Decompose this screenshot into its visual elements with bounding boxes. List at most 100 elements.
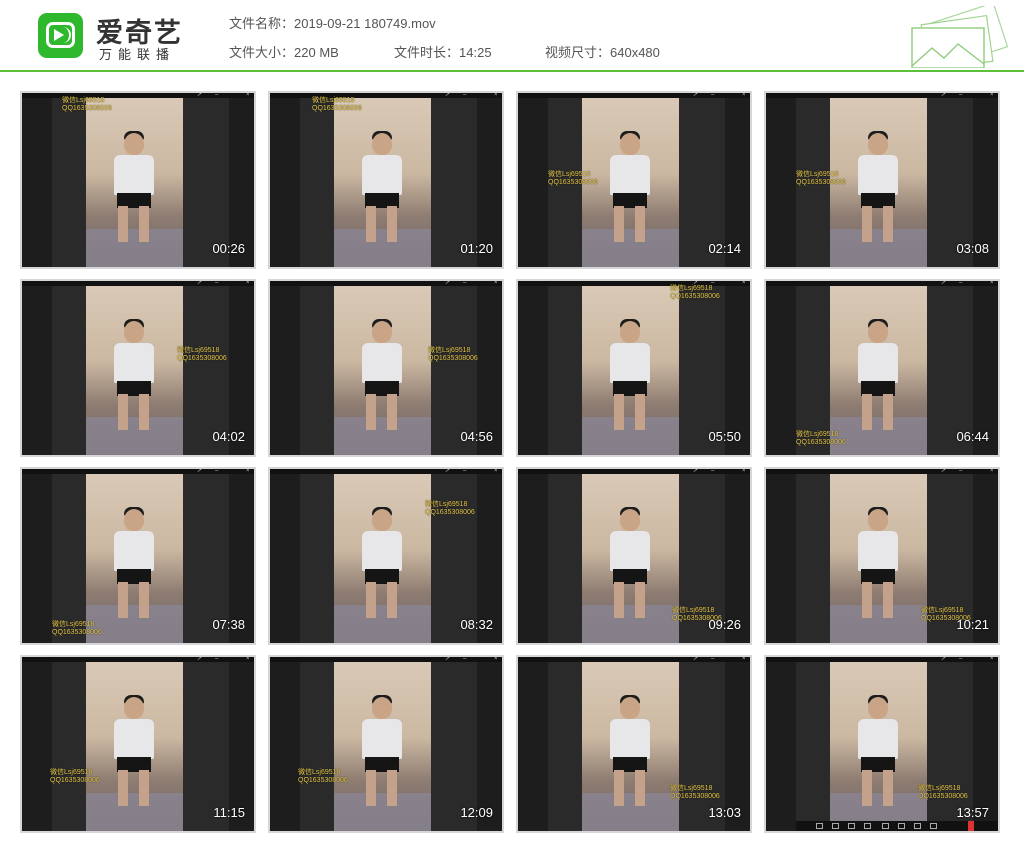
watermark-text: 微信Lsj69518 QQ1635308006	[52, 621, 102, 637]
file-duration-meta: 文件时长：14:25	[394, 42, 492, 61]
person-figure	[852, 319, 902, 431]
watermark-line-1: 微信Lsj69518	[796, 171, 839, 178]
file-size-value: 220 MB	[294, 45, 339, 60]
person-figure	[356, 319, 406, 431]
video-thumbnail-2[interactable]: ↗ – × 微信Lsj69518 QQ1635308006 01:20	[268, 91, 504, 269]
player-toolbar	[796, 821, 998, 831]
thumbnail-timestamp: 12:09	[460, 805, 493, 820]
video-thumbnail-3[interactable]: ↗ – × 微信Lsj69518 QQ1635308006 02:14	[516, 91, 752, 269]
watermark-text: 微信Lsj69518 QQ1635308006	[796, 431, 846, 447]
video-thumbnail-13[interactable]: ↗ – × 微信Lsj69518 QQ1635308006 11:15	[20, 655, 256, 833]
watermark-line-2: QQ1635308006	[177, 355, 227, 362]
video-thumbnail-10[interactable]: ↗ – × 微信Lsj69518 QQ1635308006 08:32	[268, 467, 504, 645]
video-thumbnail-8[interactable]: ↗ – × 微信Lsj69518 QQ1635308006 06:44	[764, 279, 1000, 457]
watermark-line-2: QQ1635308006	[548, 179, 598, 186]
thumbnail-timestamp: 09:26	[708, 617, 741, 632]
brand-subtitle: 万能联播	[99, 47, 176, 62]
video-thumbnail-9[interactable]: ↗ – × 微信Lsj69518 QQ1635308006 07:38	[20, 467, 256, 645]
watermark-line-1: 微信Lsj69518	[921, 607, 964, 614]
file-duration-value: 14:25	[459, 45, 492, 60]
watermark-line-2: QQ1635308006	[428, 355, 478, 362]
watermark-line-1: 微信Lsj69518	[670, 285, 713, 292]
thumbnail-timestamp: 00:26	[212, 241, 245, 256]
person-figure	[852, 695, 902, 807]
watermark-text: 微信Lsj69518 QQ1635308006	[62, 97, 112, 113]
watermark-text: 微信Lsj69518 QQ1635308006	[177, 347, 227, 363]
thumbnail-timestamp: 10:21	[956, 617, 989, 632]
watermark-line-2: QQ1635308006	[796, 179, 846, 186]
file-size-label: 文件大小：	[229, 45, 295, 60]
watermark-text: 微信Lsj69518 QQ1635308006	[796, 171, 846, 187]
person-figure	[356, 695, 406, 807]
watermark-line-1: 微信Lsj69518	[548, 171, 591, 178]
thumbnail-timestamp: 07:38	[212, 617, 245, 632]
video-thumbnail-7[interactable]: ↗ – × 微信Lsj69518 QQ1635308006 05:50	[516, 279, 752, 457]
person-figure	[108, 319, 158, 431]
watermark-line-2: QQ1635308006	[62, 105, 112, 112]
person-figure	[604, 319, 654, 431]
file-name-label: 文件名称：	[229, 16, 295, 31]
header-divider	[0, 70, 1024, 72]
header: 爱奇艺 万能联播 文件名称：2019-09-21 180749.mov 文件大小…	[0, 0, 1024, 70]
thumbnail-timestamp: 04:56	[460, 429, 493, 444]
watermark-text: 微信Lsj69518 QQ1635308006	[298, 769, 348, 785]
watermark-text: 微信Lsj69518 QQ1635308006	[548, 171, 598, 187]
watermark-text: 微信Lsj69518 QQ1635308006	[428, 347, 478, 363]
video-thumbnail-16[interactable]: ↗ – × 微信Lsj69518 QQ1635308006 13:57	[764, 655, 1000, 833]
watermark-line-2: QQ1635308006	[52, 629, 102, 636]
photo-stack-icon	[911, 6, 1009, 68]
watermark-text: 微信Lsj69518 QQ1635308006	[312, 97, 362, 113]
watermark-line-1: 微信Lsj69518	[918, 785, 961, 792]
person-figure	[604, 695, 654, 807]
thumbnail-timestamp: 06:44	[956, 429, 989, 444]
thumbnail-timestamp: 11:15	[213, 805, 245, 820]
person-figure	[108, 131, 158, 243]
file-size-meta: 文件大小：220 MB	[229, 42, 339, 61]
video-thumbnail-15[interactable]: ↗ – × 微信Lsj69518 QQ1635308006 13:03	[516, 655, 752, 833]
thumbnail-timestamp: 13:57	[956, 805, 989, 820]
watermark-line-1: 微信Lsj69518	[670, 785, 713, 792]
thumbnail-timestamp: 05:50	[708, 429, 741, 444]
watermark-text: 微信Lsj69518 QQ1635308006	[425, 501, 475, 517]
person-figure	[604, 507, 654, 619]
video-thumbnail-4[interactable]: ↗ – × 微信Lsj69518 QQ1635308006 03:08	[764, 91, 1000, 269]
thumbnail-timestamp: 01:20	[460, 241, 493, 256]
video-thumbnail-1[interactable]: ↗ – × 微信Lsj69518 QQ1635308006 00:26	[20, 91, 256, 269]
video-dims-meta: 视频尺寸：640x480	[545, 42, 660, 61]
watermark-line-1: 微信Lsj69518	[50, 769, 93, 776]
video-dims-value: 640x480	[610, 45, 660, 60]
watermark-text: 微信Lsj69518 QQ1635308006	[670, 285, 720, 301]
watermark-line-2: QQ1635308006	[50, 777, 100, 784]
watermark-line-2: QQ1635308006	[425, 509, 475, 516]
video-thumbnail-14[interactable]: ↗ – × 微信Lsj69518 QQ1635308006 12:09	[268, 655, 504, 833]
file-name-value: 2019-09-21 180749.mov	[294, 16, 436, 31]
watermark-line-2: QQ1635308006	[796, 439, 846, 446]
person-figure	[604, 131, 654, 243]
watermark-line-2: QQ1635308006	[918, 793, 968, 800]
watermark-text: 微信Lsj69518 QQ1635308006	[50, 769, 100, 785]
video-dims-label: 视频尺寸：	[545, 45, 611, 60]
watermark-line-1: 微信Lsj69518	[52, 621, 95, 628]
watermark-line-1: 微信Lsj69518	[428, 347, 471, 354]
person-figure	[108, 507, 158, 619]
watermark-line-1: 微信Lsj69518	[177, 347, 220, 354]
video-thumbnail-11[interactable]: ↗ – × 微信Lsj69518 QQ1635308006 09:26	[516, 467, 752, 645]
thumbnail-timestamp: 13:03	[708, 805, 741, 820]
person-figure	[356, 507, 406, 619]
file-name-meta: 文件名称：2019-09-21 180749.mov	[229, 13, 436, 32]
thumbnail-timestamp: 04:02	[212, 429, 245, 444]
watermark-text: 微信Lsj69518 QQ1635308006	[918, 785, 968, 801]
watermark-line-2: QQ1635308006	[298, 777, 348, 784]
thumbnail-timestamp: 02:14	[708, 241, 741, 256]
person-figure	[852, 507, 902, 619]
thumbnail-timestamp: 03:08	[956, 241, 989, 256]
watermark-line-2: QQ1635308006	[670, 293, 720, 300]
video-thumbnail-6[interactable]: ↗ – × 微信Lsj69518 QQ1635308006 04:56	[268, 279, 504, 457]
video-thumbnail-12[interactable]: ↗ – × 微信Lsj69518 QQ1635308006 10:21	[764, 467, 1000, 645]
watermark-line-1: 微信Lsj69518	[312, 97, 355, 104]
watermark-line-2: QQ1635308006	[312, 105, 362, 112]
watermark-line-1: 微信Lsj69518	[425, 501, 468, 508]
watermark-line-1: 微信Lsj69518	[796, 431, 839, 438]
watermark-line-1: 微信Lsj69518	[298, 769, 341, 776]
video-thumbnail-5[interactable]: ↗ – × 微信Lsj69518 QQ1635308006 04:02	[20, 279, 256, 457]
